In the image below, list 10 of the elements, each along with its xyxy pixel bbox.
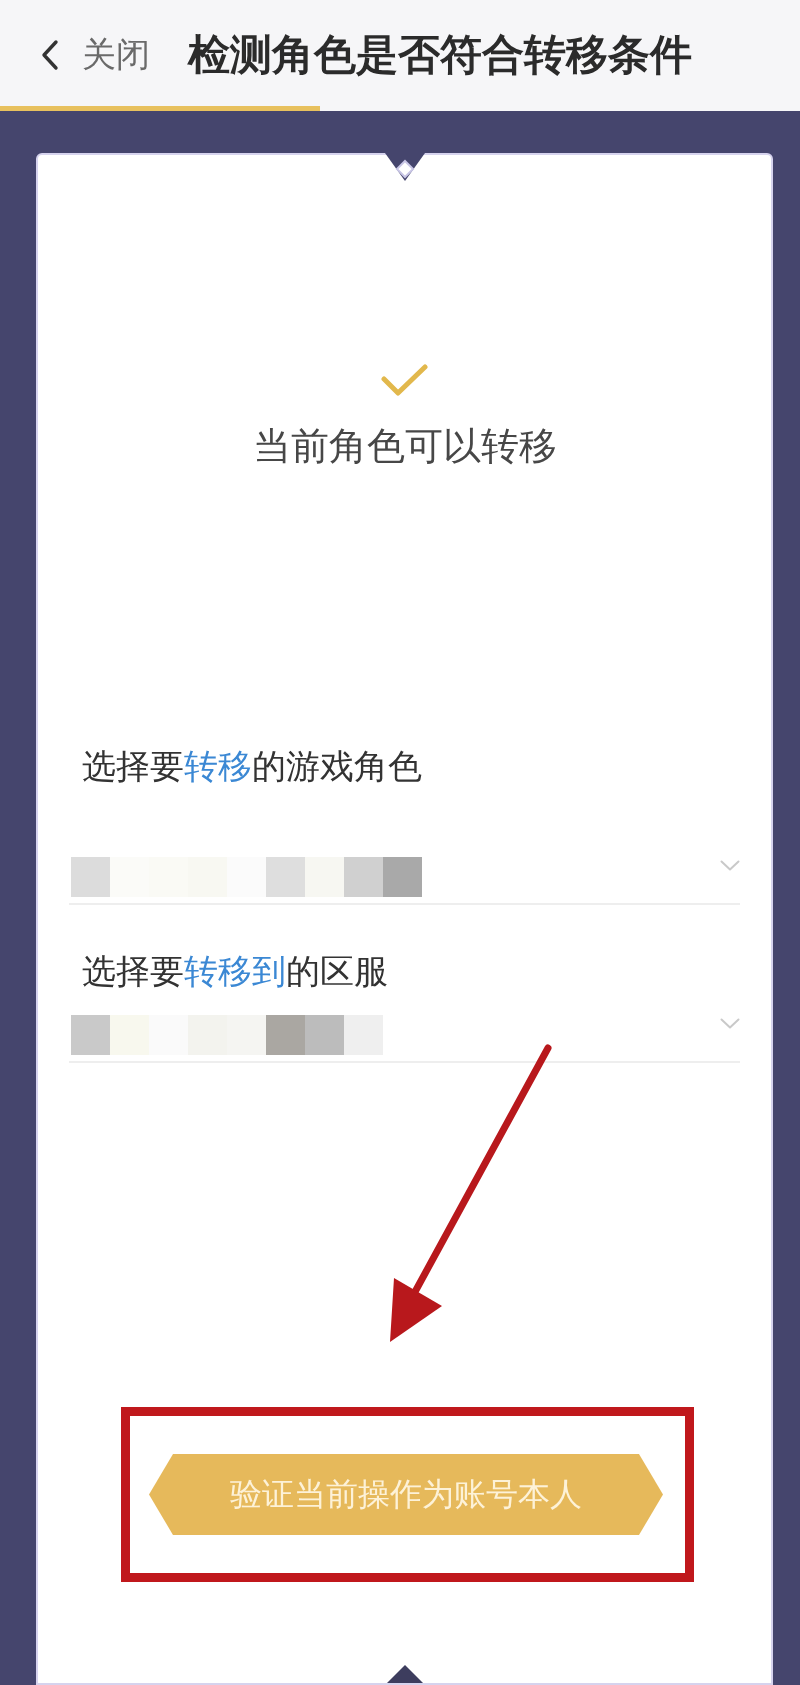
diamond-ornament-icon — [387, 1665, 423, 1683]
chevron-left-icon — [40, 39, 60, 71]
chevron-down-icon — [720, 1018, 740, 1029]
field-label: 选择要转移的游戏角色 — [81, 746, 423, 786]
back-button[interactable]: 关闭 — [40, 32, 150, 78]
status-message: 当前角色可以转移 — [251, 423, 558, 469]
chevron-down-icon — [720, 860, 740, 871]
page-title: 检测角色是否符合转移条件 — [188, 29, 692, 81]
field-label: 选择要转移到的区服 — [81, 951, 389, 991]
checkmark-icon — [381, 364, 428, 397]
